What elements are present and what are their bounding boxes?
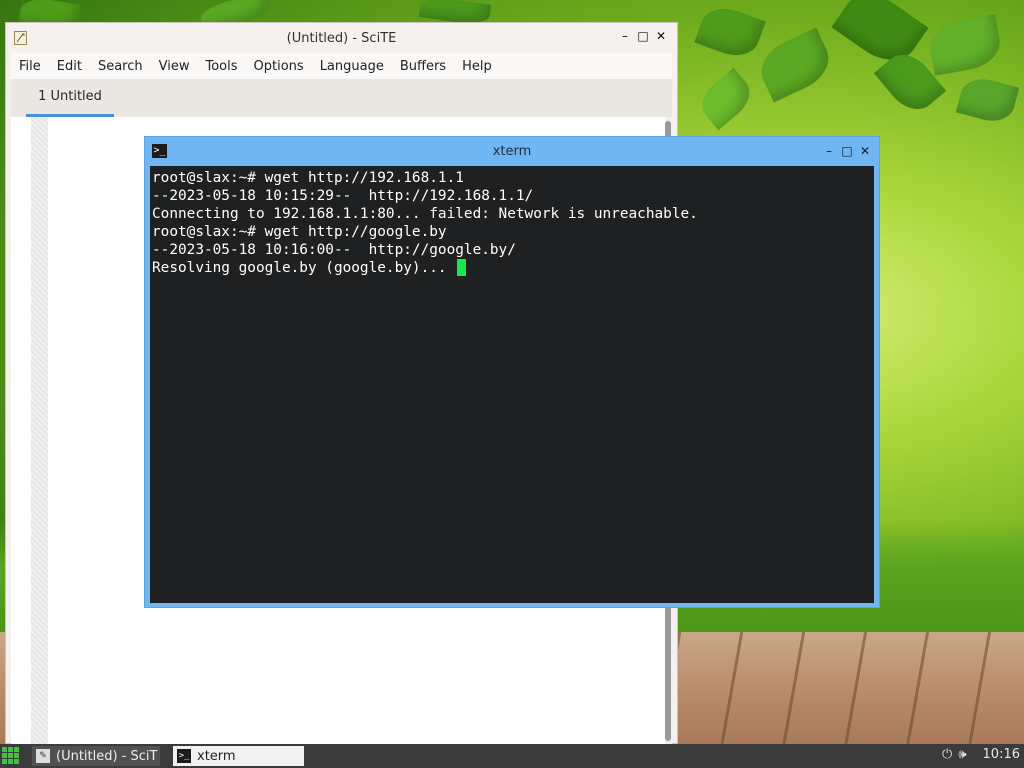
menu-search[interactable]: Search (90, 59, 151, 74)
wallpaper-leaf (926, 14, 1004, 76)
menu-options[interactable]: Options (246, 59, 312, 74)
taskbar-item-scite[interactable]: ✎ (Untitled) - SciT (32, 746, 160, 766)
start-menu-icon[interactable] (2, 747, 20, 765)
scite-menubar: File Edit Search View Tools Options Lang… (11, 53, 672, 79)
xterm-window-controls: – □ ✕ (823, 144, 871, 158)
menu-language[interactable]: Language (312, 59, 392, 74)
power-icon[interactable]: ⏻ (942, 747, 952, 762)
xterm-titlebar[interactable]: >_ xterm – □ ✕ (145, 137, 879, 165)
wallpaper-leaf (752, 27, 838, 103)
menu-tools[interactable]: Tools (197, 59, 245, 74)
terminal-output[interactable]: root@slax:~# wget http://192.168.1.1 --2… (150, 166, 874, 603)
terminal-line: root@slax:~# wget http://google.by (152, 224, 447, 240)
terminal-line: --2023-05-18 10:15:29-- http://192.168.1… (152, 188, 534, 204)
maximize-icon[interactable]: □ (637, 29, 649, 43)
scite-window-controls: – □ ✕ (619, 29, 667, 43)
taskbar-item-label: (Untitled) - SciT (56, 748, 158, 764)
close-icon[interactable]: ✕ (655, 29, 667, 43)
system-tray: ⏻ 🕪 10:16 (942, 747, 1020, 762)
wallpaper-leaf (694, 1, 766, 63)
xterm-window-title: xterm (492, 144, 532, 159)
volume-icon[interactable]: 🕪 (958, 747, 966, 762)
menu-help[interactable]: Help (454, 59, 500, 74)
wallpaper-leaf (955, 73, 1020, 127)
xterm-window[interactable]: >_ xterm – □ ✕ root@slax:~# wget http://… (144, 136, 880, 608)
menu-view[interactable]: View (151, 59, 198, 74)
taskbar: ✎ (Untitled) - SciT >_ xterm ⏻ 🕪 10:16 (0, 744, 1024, 768)
terminal-icon: >_ (177, 749, 191, 763)
tab-untitled[interactable]: 1 Untitled (26, 79, 114, 117)
close-icon[interactable]: ✕ (859, 144, 871, 158)
terminal-line: root@slax:~# wget http://192.168.1.1 (152, 170, 464, 186)
terminal-current-line: Resolving google.by (google.by)... (152, 259, 874, 277)
clock[interactable]: 10:16 (983, 747, 1020, 762)
terminal-line-text: Resolving google.by (google.by)... (152, 260, 456, 276)
menu-buffers[interactable]: Buffers (392, 59, 454, 74)
minimize-icon[interactable]: – (619, 29, 631, 43)
taskbar-item-label: xterm (197, 748, 236, 764)
editor-margin (31, 117, 48, 745)
menu-file[interactable]: File (11, 59, 49, 74)
scite-app-icon: ✎ (36, 749, 50, 763)
terminal-cursor (457, 259, 467, 276)
terminal-line: Connecting to 192.168.1.1:80... failed: … (152, 206, 698, 222)
scite-tabbar: 1 Untitled (11, 79, 672, 118)
scite-titlebar[interactable]: (Untitled) - SciTE – □ ✕ (6, 23, 677, 53)
maximize-icon[interactable]: □ (841, 144, 853, 158)
terminal-line: --2023-05-18 10:16:00-- http://google.by… (152, 242, 516, 258)
taskbar-item-xterm[interactable]: >_ xterm (173, 746, 304, 766)
menu-edit[interactable]: Edit (49, 59, 90, 74)
wallpaper-leaf (693, 67, 759, 131)
minimize-icon[interactable]: – (823, 144, 835, 158)
scite-window-title: (Untitled) - SciTE (286, 30, 397, 46)
